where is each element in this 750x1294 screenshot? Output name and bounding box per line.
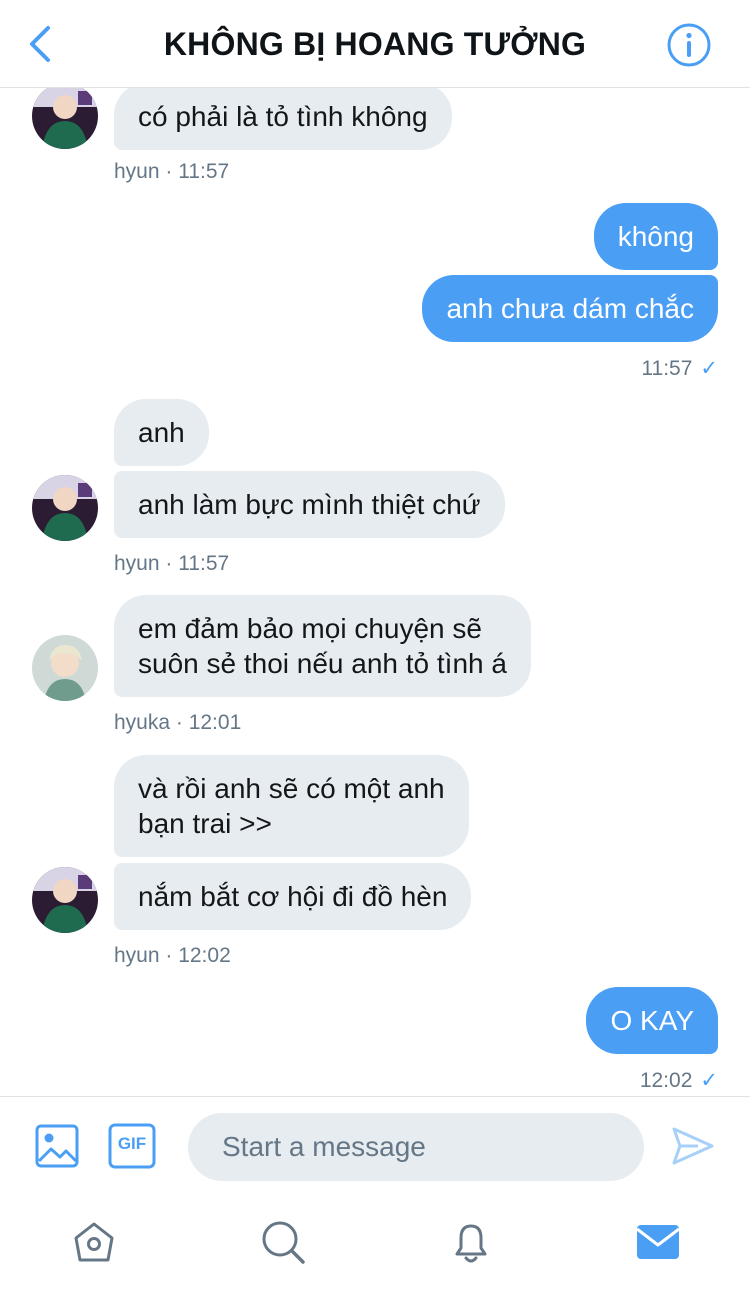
avatar-hyun[interactable] xyxy=(32,475,98,541)
message-meta: hyun · 11:57 xyxy=(114,160,230,183)
message-input[interactable] xyxy=(188,1113,644,1181)
tab-home[interactable] xyxy=(70,1218,118,1266)
message-bubble[interactable]: và rồi anh sẽ có một anh bạn trai >> xyxy=(114,755,469,857)
avatar-hyun[interactable] xyxy=(32,88,98,149)
message-bubble[interactable]: O KAY xyxy=(586,987,718,1054)
message-line: bạn trai >> xyxy=(138,808,272,839)
info-icon xyxy=(667,23,711,67)
bell-icon xyxy=(455,1224,487,1263)
send-icon xyxy=(672,1127,714,1165)
message-meta: 12:02 ✓ xyxy=(640,1068,718,1093)
message-bubble[interactable]: có phải là tỏ tình không xyxy=(114,88,452,150)
timestamp: 12:02 xyxy=(639,1069,693,1092)
message-list[interactable]: có phải là tỏ tình không hyun · 11:57 kh… xyxy=(0,88,750,1096)
message-bubble[interactable]: em đảm bảo mọi chuyện sẽ suôn sẻ thoi nế… xyxy=(114,595,531,697)
conversation-title: KHÔNG BỊ HOANG TƯỞNG xyxy=(163,26,587,62)
gif-button[interactable]: GIF xyxy=(108,1123,156,1169)
message-bubble[interactable]: nắm bắt cơ hội đi đồ hèn xyxy=(114,863,472,930)
image-icon xyxy=(35,1124,79,1168)
image-button[interactable] xyxy=(34,1123,80,1169)
tab-search[interactable] xyxy=(259,1218,307,1266)
message-line: em đảm bảo mọi chuyện sẽ xyxy=(138,613,482,644)
tab-bar xyxy=(0,1196,750,1294)
back-button[interactable] xyxy=(22,22,62,66)
gif-label: GIF xyxy=(117,1134,147,1153)
mail-icon xyxy=(636,1225,680,1259)
avatar-hyuka[interactable] xyxy=(32,635,98,701)
message-meta: 11:57 ✓ xyxy=(641,356,718,381)
conversation-header: KHÔNG BỊ HOANG TƯỞNG xyxy=(0,0,750,88)
read-check-icon: ✓ xyxy=(700,357,718,380)
read-check-icon: ✓ xyxy=(700,1069,718,1092)
tab-messages[interactable] xyxy=(634,1218,682,1266)
message-bubble[interactable]: anh làm bực mình thiệt chứ xyxy=(114,471,505,538)
message-composer: GIF xyxy=(0,1096,750,1196)
message-bubble[interactable]: anh chưa dám chắc xyxy=(422,275,718,342)
avatar-hyun[interactable] xyxy=(32,867,98,933)
chevron-left-icon xyxy=(30,26,50,62)
message-line: và rồi anh sẽ có một anh xyxy=(138,773,445,804)
message-bubble[interactable]: không xyxy=(593,203,718,270)
timestamp: 11:57 xyxy=(641,357,693,380)
search-icon xyxy=(262,1221,305,1264)
message-meta: hyun · 12:02 xyxy=(114,944,231,967)
message-meta: hyun · 11:57 xyxy=(114,552,230,575)
message-line: suôn sẻ thoi nếu anh tỏ tình á xyxy=(138,648,507,679)
dm-screen: KHÔNG BỊ HOANG TƯỞNG có phải là tỏ tình … xyxy=(0,0,750,1294)
home-icon xyxy=(74,1222,114,1262)
info-button[interactable] xyxy=(666,22,712,68)
send-button[interactable] xyxy=(670,1123,716,1169)
message-meta: hyuka · 12:01 xyxy=(114,711,242,734)
tab-notifications[interactable] xyxy=(447,1218,495,1266)
message-bubble[interactable]: anh xyxy=(114,399,209,466)
